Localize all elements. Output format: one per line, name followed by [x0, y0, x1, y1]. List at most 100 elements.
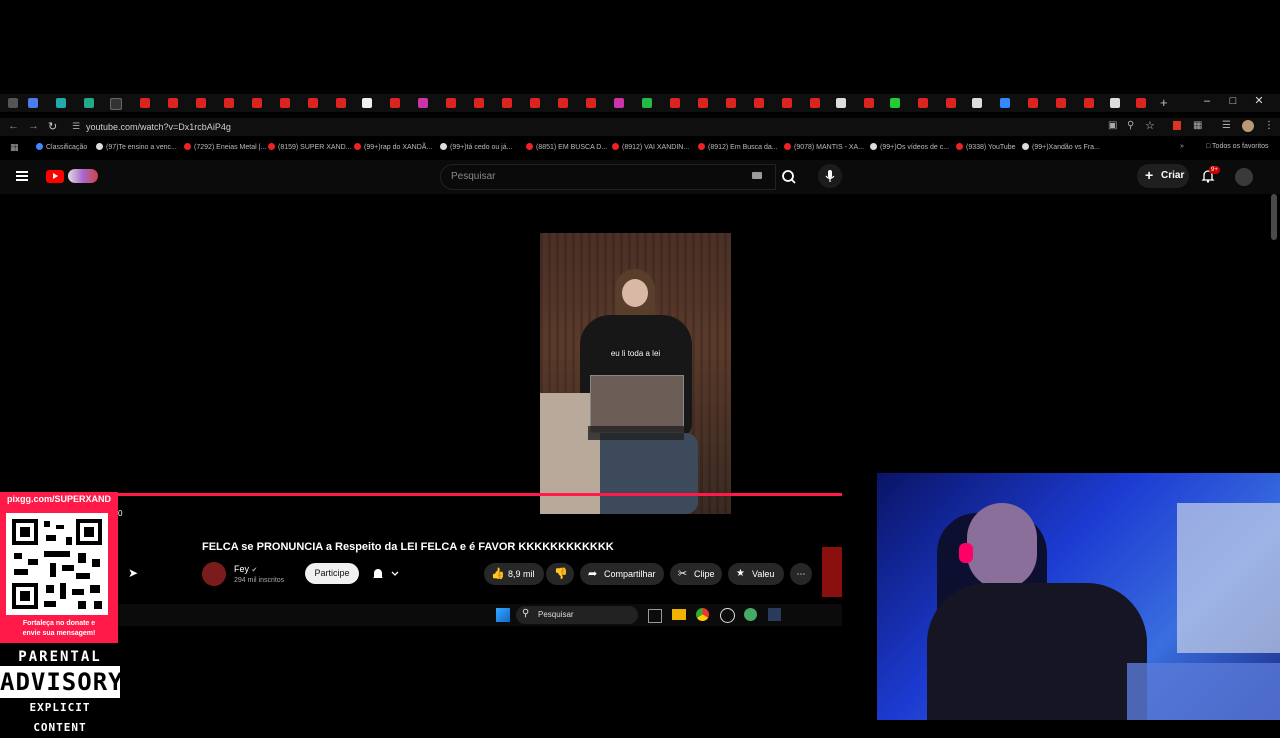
channel-avatar[interactable] [202, 562, 226, 586]
browser-tab[interactable] [336, 98, 346, 108]
zoom-icon[interactable]: ⚲ [1127, 120, 1134, 131]
bookmark-star-icon[interactable]: ☆ [1145, 119, 1155, 132]
all-bookmarks-folder[interactable]: □ Todos os favoritos [1206, 143, 1268, 150]
search-input[interactable]: Pesquisar [440, 164, 776, 190]
browser-tab[interactable] [642, 98, 652, 108]
close-icon[interactable]: ✕ [1246, 94, 1272, 107]
extension-icon[interactable] [1173, 121, 1181, 130]
steam-icon[interactable] [768, 608, 781, 621]
browser-tab[interactable] [972, 98, 982, 108]
settings-gear-icon[interactable] [744, 608, 757, 621]
bookmark-item[interactable]: (99+)rap do XANDÃ... [354, 143, 432, 151]
browser-tab[interactable] [836, 98, 846, 108]
bookmark-item[interactable]: (8912) VAI XANDIN... [612, 143, 689, 151]
browser-tab[interactable] [196, 98, 206, 108]
browser-tab[interactable] [224, 98, 234, 108]
browser-tab-active[interactable] [110, 98, 122, 110]
browser-tab[interactable] [56, 98, 66, 108]
voice-search-button[interactable] [818, 164, 842, 188]
youtube-logo[interactable] [46, 170, 64, 183]
browser-tab[interactable] [1056, 98, 1066, 108]
browser-tab[interactable] [946, 98, 956, 108]
browser-tab[interactable] [1084, 98, 1094, 108]
keyboard-icon[interactable] [752, 172, 762, 179]
file-explorer-icon[interactable] [672, 609, 686, 620]
windows-start-icon[interactable] [496, 608, 510, 622]
thanks-button[interactable]: ★ Valeu [728, 563, 784, 585]
clip-button[interactable]: ✂ Clipe [670, 563, 722, 585]
apps-grid-icon[interactable]: ▦ [10, 142, 19, 153]
video-player[interactable]: eu li toda a lei [540, 233, 731, 514]
browser-tab[interactable] [252, 98, 262, 108]
bookmark-item[interactable]: (8159) SUPER XAND... [268, 143, 352, 151]
browser-tab[interactable] [140, 98, 150, 108]
more-actions-icon[interactable]: ⋯ [790, 563, 812, 585]
bookmark-item[interactable]: (9338) YouTube [956, 143, 1016, 151]
profile-icon[interactable] [1242, 120, 1254, 132]
browser-tab[interactable] [280, 98, 290, 108]
bookmark-item[interactable]: (9078) MANTIS - XA... [784, 143, 864, 151]
channel-name[interactable]: Fey ✔ [234, 564, 257, 574]
bookmark-item[interactable]: (97)Te ensino a venc... [96, 143, 177, 151]
more-bookmarks-icon[interactable]: » [1180, 143, 1184, 150]
bookmark-item[interactable]: (8851) EM BUSCA D... [526, 143, 607, 151]
taskbar-search-input[interactable]: ⚲ Pesquisar [516, 606, 638, 624]
task-view-icon[interactable] [648, 609, 662, 623]
side-panel-icon[interactable]: ☰ [1222, 120, 1231, 131]
chrome-icon[interactable] [696, 608, 709, 621]
extensions-puzzle-icon[interactable]: ▦ [1193, 120, 1202, 131]
bookmark-item[interactable]: (99+)Xandão vs Fra... [1022, 143, 1100, 151]
doodle-logo[interactable] [68, 169, 98, 183]
browser-tab[interactable] [698, 98, 708, 108]
hamburger-menu-icon[interactable] [16, 169, 28, 183]
browser-tab[interactable] [614, 98, 624, 108]
browser-tab[interactable] [890, 98, 900, 108]
dislike-button[interactable]: 👎 [546, 563, 574, 585]
page-scrollbar[interactable] [1271, 194, 1277, 240]
browser-tab[interactable] [864, 98, 874, 108]
bookmark-item[interactable]: (99+)tá cedo ou já... [440, 143, 512, 151]
browser-tab[interactable] [530, 98, 540, 108]
video-progress-bar[interactable] [0, 493, 842, 496]
browser-tab[interactable] [446, 98, 456, 108]
related-thumbnail[interactable] [822, 547, 842, 597]
browser-tab[interactable] [1028, 98, 1038, 108]
browser-tab[interactable] [726, 98, 736, 108]
bookmark-item[interactable]: (99+)Os vídeos de c... [870, 143, 949, 151]
browser-tab[interactable] [670, 98, 680, 108]
browser-tab[interactable] [782, 98, 792, 108]
browser-tab[interactable] [168, 98, 178, 108]
join-button[interactable]: Participe [305, 563, 359, 584]
app-icon[interactable] [720, 608, 735, 623]
browser-tab[interactable] [390, 98, 400, 108]
bookmark-item[interactable]: (7292) Eneias Metal |... [184, 143, 266, 151]
bookmark-item[interactable]: (8912) Em Busca da... [698, 143, 778, 151]
browser-tab[interactable] [502, 98, 512, 108]
new-tab-icon[interactable]: + [1160, 95, 1168, 110]
minimize-icon[interactable]: – [1194, 95, 1220, 107]
forward-icon[interactable]: → [28, 120, 39, 132]
browser-tab[interactable] [418, 98, 428, 108]
browser-tab[interactable] [1000, 98, 1010, 108]
user-avatar[interactable] [1235, 168, 1253, 186]
menu-kebab-icon[interactable]: ⋮ [1264, 120, 1274, 131]
cast-icon[interactable]: ▣ [1108, 120, 1117, 131]
create-button[interactable]: + Criar [1137, 164, 1189, 188]
back-icon[interactable]: ← [8, 120, 19, 132]
browser-tab[interactable] [1136, 98, 1146, 108]
browser-tab[interactable] [1110, 98, 1120, 108]
search-button[interactable] [776, 164, 802, 190]
subscription-bell-button[interactable] [370, 566, 400, 582]
browser-tab[interactable] [28, 98, 38, 108]
like-button[interactable]: 👍 8,9 mil [484, 563, 544, 585]
browser-tab[interactable] [474, 98, 484, 108]
bookmark-item[interactable]: Classificação [36, 143, 87, 151]
browser-tab[interactable] [308, 98, 318, 108]
browser-tab[interactable] [918, 98, 928, 108]
browser-tab[interactable] [362, 98, 372, 108]
browser-tab[interactable] [810, 98, 820, 108]
site-info-icon[interactable]: ☰ [72, 121, 80, 132]
url-field[interactable]: youtube.com/watch?v=Dx1rcbAiP4g [86, 122, 231, 132]
tab-list-icon[interactable] [8, 98, 18, 108]
browser-tab[interactable] [586, 98, 596, 108]
